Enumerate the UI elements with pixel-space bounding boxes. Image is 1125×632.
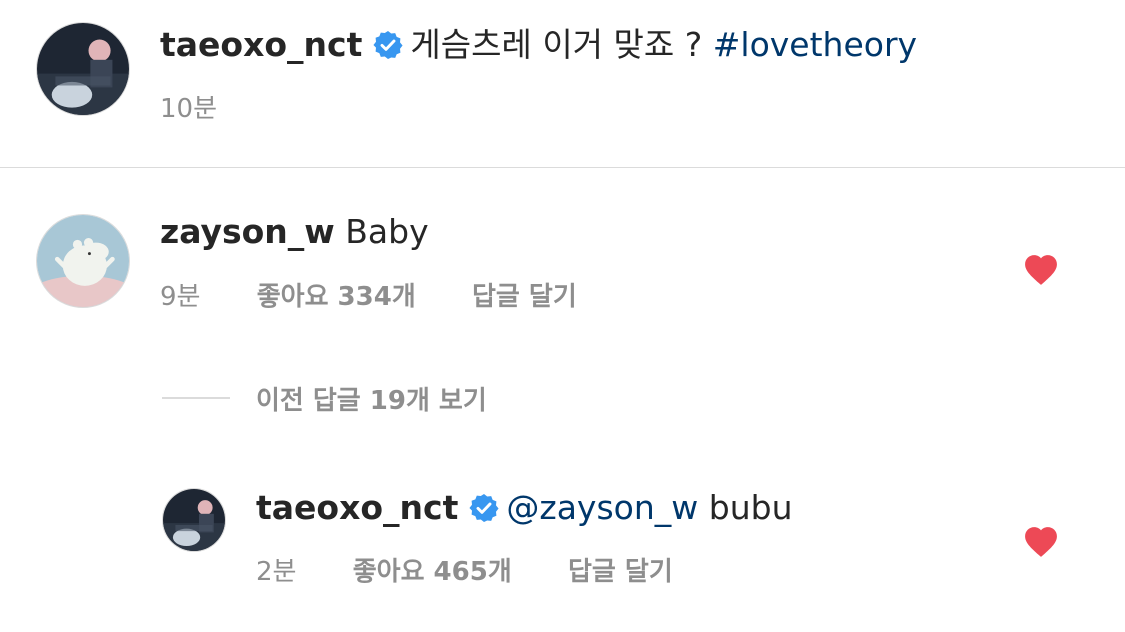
- user-photo-taeoxo: [163, 489, 225, 551]
- reply-avatar[interactable]: [162, 488, 226, 552]
- post-time: 10분: [160, 94, 218, 124]
- comment-username[interactable]: zayson_w: [160, 212, 335, 251]
- comment-reply-button[interactable]: 답글 달기: [472, 282, 577, 312]
- post-hashtag[interactable]: #lovetheory: [713, 25, 917, 64]
- divider: [0, 167, 1125, 168]
- user-photo-taeoxo: [37, 23, 129, 115]
- heart-icon[interactable]: [1022, 524, 1060, 558]
- heart-icon[interactable]: [1022, 252, 1060, 286]
- reply-reply-button[interactable]: 답글 달기: [568, 557, 673, 587]
- post-avatar[interactable]: [36, 22, 130, 116]
- comment-text: Baby: [345, 212, 429, 251]
- post-username[interactable]: taeoxo_nct: [160, 25, 362, 64]
- view-replies-label[interactable]: 이전 답글 19개 보기: [256, 380, 487, 417]
- comment-avatar[interactable]: [36, 214, 130, 308]
- verified-badge-icon: [373, 31, 403, 59]
- reply-username[interactable]: taeoxo_nct: [256, 488, 458, 527]
- replies-divider-line: [162, 397, 230, 399]
- moomin-avatar-image: [37, 215, 129, 307]
- post-caption: 게슴츠레 이거 맞죠 ?: [410, 25, 703, 64]
- comment-likes[interactable]: 좋아요 334개: [257, 282, 416, 312]
- reply-time: 2분: [256, 557, 297, 587]
- reply-mention[interactable]: @zayson_w: [506, 488, 698, 527]
- view-previous-replies[interactable]: 이전 답글 19개 보기: [162, 380, 487, 416]
- verified-badge-icon: [469, 494, 499, 522]
- reply-text: bubu: [708, 488, 793, 527]
- reply-likes[interactable]: 좋아요 465개: [353, 557, 512, 587]
- comment-time: 9분: [160, 282, 201, 312]
